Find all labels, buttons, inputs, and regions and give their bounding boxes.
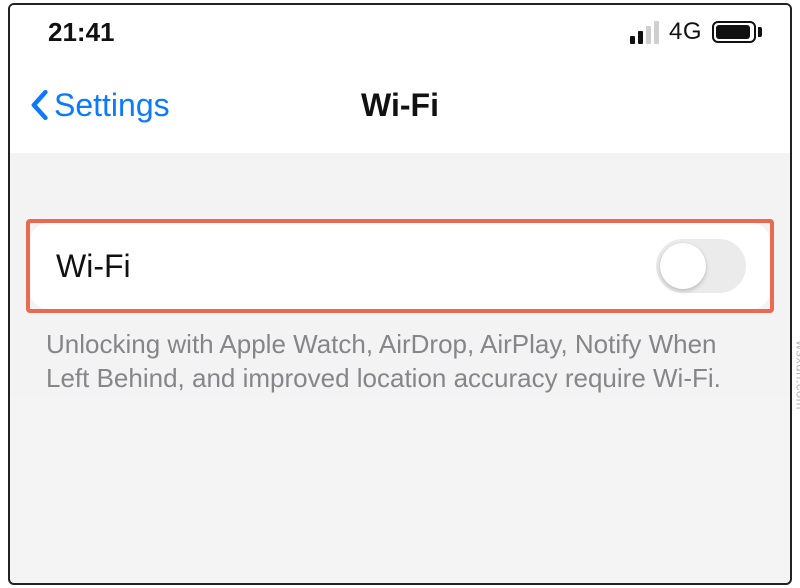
status-time: 21:41 (48, 17, 115, 48)
toggle-knob (660, 243, 706, 289)
wifi-toggle[interactable] (656, 239, 746, 293)
battery-icon (712, 21, 762, 43)
wifi-footer-description: Unlocking with Apple Watch, AirDrop, Air… (10, 313, 790, 396)
watermark: wsxdn.com (794, 340, 800, 410)
screenshot-frame: 21:41 4G Settings Wi-Fi Wi-Fi (8, 3, 792, 585)
back-label: Settings (54, 87, 170, 124)
chevron-left-icon (30, 89, 50, 123)
status-right: 4G (630, 18, 762, 46)
status-bar: 21:41 4G (10, 5, 790, 59)
page-title: Wi-Fi (361, 87, 439, 124)
network-type-label: 4G (669, 18, 702, 46)
wifi-row[interactable]: Wi-Fi (30, 223, 770, 309)
content-area: Wi-Fi Unlocking with Apple Watch, AirDro… (10, 153, 790, 396)
highlight-box: Wi-Fi (26, 219, 774, 313)
nav-header: Settings Wi-Fi (10, 59, 790, 153)
cellular-signal-icon (630, 21, 659, 44)
back-button[interactable]: Settings (30, 87, 170, 124)
wifi-row-label: Wi-Fi (56, 248, 131, 285)
